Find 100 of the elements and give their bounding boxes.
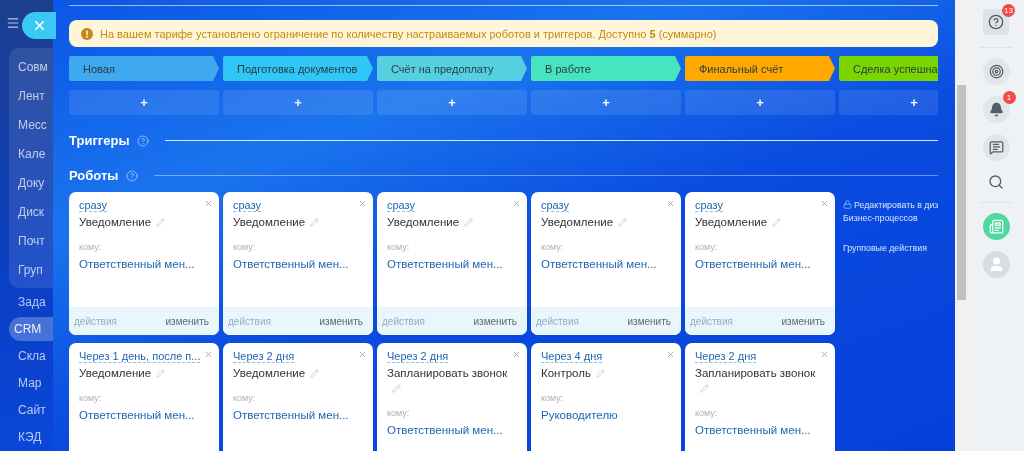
pencil-icon[interactable] [156, 369, 166, 378]
chat-icon [988, 140, 1004, 155]
edit-link[interactable]: изменить [781, 315, 825, 327]
add-robot-button[interactable]: + [377, 90, 527, 115]
recipient-link[interactable]: Ответственный мен... [233, 258, 363, 270]
pencil-icon[interactable] [618, 218, 628, 227]
robot-title: Уведомление [695, 215, 825, 230]
sidebar-item[interactable]: Почт [9, 226, 53, 255]
delay-link[interactable]: сразу [233, 199, 262, 212]
close-icon[interactable] [820, 350, 829, 359]
avatar-button[interactable] [982, 251, 1010, 278]
stage-tab[interactable]: Финальный счёт [685, 56, 835, 81]
pencil-icon[interactable] [772, 218, 782, 227]
sidebar-item[interactable]: Мар [9, 369, 53, 397]
delay-link[interactable]: Через 2 дня [695, 350, 757, 363]
sidebar-item[interactable]: Зада [9, 288, 53, 316]
add-robot-button[interactable]: + [685, 90, 835, 115]
menu-icon[interactable] [6, 16, 20, 30]
recipient-link[interactable]: Руководителю [541, 409, 671, 421]
add-robot-button[interactable]: + [531, 90, 681, 115]
sidebar-item[interactable]: Сайт [9, 396, 53, 424]
close-icon[interactable] [358, 350, 367, 359]
recipient-link[interactable]: Ответственный мен... [387, 424, 517, 436]
sidebar-item[interactable]: Груп [9, 255, 53, 284]
recipient-label: кому: [79, 242, 103, 252]
robot-title: Запланировать звонок [387, 366, 517, 396]
delay-link[interactable]: сразу [387, 199, 416, 212]
recipient-link[interactable]: Ответственный мен... [541, 258, 671, 270]
side-link[interactable]: Редактировать в диз Бизнес-процессов [843, 199, 939, 225]
close-icon[interactable] [204, 199, 213, 208]
section-title: Триггеры [69, 133, 130, 148]
scrollbar[interactable] [955, 0, 968, 451]
search-button[interactable] [988, 174, 1004, 190]
recipient-link[interactable]: Ответственный мен... [233, 409, 363, 421]
sidebar-item[interactable]: Диск [9, 197, 53, 226]
help-icon [988, 14, 1004, 30]
stage-tab[interactable]: Новая [69, 56, 219, 81]
pencil-icon[interactable] [310, 218, 320, 227]
delay-link[interactable]: Через 1 день, после п... [79, 350, 201, 363]
edit-link[interactable]: изменить [473, 315, 517, 327]
close-icon[interactable] [666, 350, 675, 359]
recipient-link[interactable]: Ответственный мен... [79, 409, 209, 421]
stage-tab[interactable]: Подготовка документов [223, 56, 373, 81]
add-robot-button[interactable]: + [223, 90, 373, 115]
recipient-link[interactable]: Ответственный мен... [695, 258, 825, 270]
bell-button[interactable] [982, 96, 1010, 123]
recipient-link[interactable]: Ответственный мен... [387, 258, 517, 270]
pencil-icon[interactable] [464, 218, 474, 227]
delay-link[interactable]: Через 2 дня [233, 350, 295, 363]
recipient-link[interactable]: Ответственный мен... [695, 424, 825, 436]
help-icon[interactable] [126, 169, 139, 182]
delay-link[interactable]: сразу [541, 199, 570, 212]
delay-link[interactable]: сразу [79, 199, 108, 212]
close-icon[interactable] [512, 350, 521, 359]
close-button[interactable] [22, 12, 56, 39]
close-icon[interactable] [358, 199, 367, 208]
sidebar-item[interactable]: Месс [9, 110, 53, 139]
close-icon[interactable] [512, 199, 521, 208]
help-icon[interactable] [137, 134, 150, 147]
notification-badge: 13 [1002, 4, 1015, 17]
lock-icon [843, 200, 852, 209]
edit-link[interactable]: изменить [319, 315, 363, 327]
pencil-icon[interactable] [700, 384, 709, 393]
sidebar-item[interactable]: Скла [9, 342, 53, 370]
chat-button[interactable] [982, 134, 1010, 161]
delay-link[interactable]: Через 4 дня [541, 350, 603, 363]
edit-link[interactable]: изменить [165, 315, 209, 327]
close-icon[interactable] [820, 199, 829, 208]
stage-tab[interactable]: Сделка успешна [839, 56, 938, 81]
sidebar-item[interactable]: Кале [9, 139, 53, 168]
pencil-icon[interactable] [310, 369, 320, 378]
stage-tab[interactable]: Счёт на предоплату [377, 56, 527, 81]
edit-link[interactable]: изменить [627, 315, 671, 327]
warning-icon [81, 27, 93, 40]
recipient-label: кому: [387, 408, 411, 418]
sidebar-item[interactable]: Совм [9, 52, 53, 81]
close-icon[interactable] [204, 350, 213, 359]
pencil-icon[interactable] [595, 369, 605, 378]
recipient-label: кому: [387, 242, 411, 252]
robot-title: Уведомление [233, 366, 363, 381]
delay-link[interactable]: Через 2 дня [387, 350, 449, 363]
pencil-icon[interactable] [156, 218, 166, 227]
delay-link[interactable]: сразу [695, 199, 724, 212]
side-link[interactable]: Групповые действия [843, 242, 927, 255]
sidebar-item[interactable]: CRM [9, 317, 53, 341]
sidebar-item[interactable]: Лент [9, 81, 53, 110]
add-robot-button[interactable]: + [69, 90, 219, 115]
recipient-label: кому: [233, 393, 257, 403]
robot-title: Запланировать звонок [695, 366, 825, 396]
sidebar-item[interactable]: Доку [9, 168, 53, 197]
sidebar-item[interactable]: КЭД [9, 423, 53, 451]
recipient-link[interactable]: Ответственный мен... [79, 258, 209, 270]
target-button[interactable] [982, 58, 1010, 85]
add-robot-button[interactable]: + [839, 90, 938, 115]
recipient-label: кому: [233, 242, 257, 252]
scrollbar-thumb[interactable] [957, 85, 966, 300]
close-icon[interactable] [666, 199, 675, 208]
news-button[interactable] [982, 213, 1010, 240]
stage-tab[interactable]: В работе [531, 56, 681, 81]
pencil-icon[interactable] [392, 384, 401, 393]
